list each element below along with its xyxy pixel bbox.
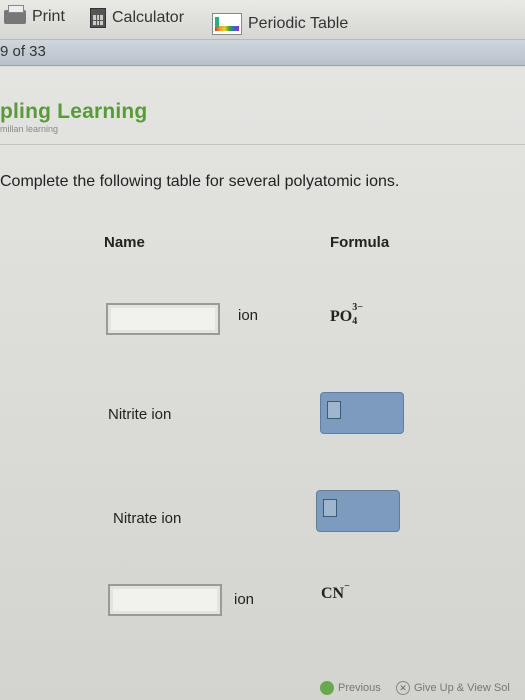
divider: [0, 144, 525, 145]
ion-suffix-label: ion: [238, 307, 259, 324]
printer-icon: [4, 5, 26, 24]
periodic-table-label: Periodic Table: [248, 15, 349, 32]
previous-label: Previous: [338, 682, 381, 694]
name-answer-input-cyanide[interactable]: [108, 584, 222, 616]
calculator-label: Calculator: [112, 9, 185, 26]
close-icon: ✕: [396, 681, 410, 695]
formula-answer-box-nitrate[interactable]: [316, 490, 400, 532]
question-panel: [0, 67, 525, 700]
periodic-table-button[interactable]: Periodic Table: [212, 13, 348, 35]
give-up-button[interactable]: ✕ Give Up & View Sol: [396, 681, 510, 695]
phosphate-formula: PO 3− 4: [330, 302, 363, 327]
formula-slot[interactable]: [323, 499, 337, 517]
column-header-name: Name: [104, 234, 145, 251]
page-counter-bar: 9 of 33: [0, 40, 525, 66]
top-toolbar: Print Calculator Periodic Table: [0, 0, 525, 40]
formula-slot[interactable]: [327, 401, 341, 419]
previous-button[interactable]: Previous: [320, 681, 381, 695]
calculator-button[interactable]: Calculator: [90, 8, 184, 28]
ion-suffix-label: ion: [234, 591, 255, 608]
bottom-nav: Previous ✕ Give Up & View Sol: [0, 680, 525, 700]
print-button[interactable]: Print: [4, 5, 65, 26]
question-instruction: Complete the following table for several…: [0, 173, 400, 190]
cyanide-formula: CN−: [321, 581, 350, 602]
column-header-formula: Formula: [330, 234, 390, 251]
calculator-icon: [90, 8, 106, 28]
nitrate-ion-label: Nitrate ion: [113, 510, 182, 527]
brand-logo: pling Learning: [0, 100, 148, 123]
periodic-table-icon: [212, 13, 242, 35]
name-answer-input-phosphate[interactable]: [106, 303, 220, 335]
print-label: Print: [32, 8, 65, 25]
give-up-label: Give Up & View Sol: [414, 682, 510, 694]
nitrite-ion-label: Nitrite ion: [108, 406, 172, 423]
previous-icon: [320, 681, 334, 695]
brand-subtitle: millan learning: [0, 124, 59, 134]
formula-answer-box-nitrite[interactable]: [320, 392, 404, 434]
page-counter: 9 of 33: [0, 43, 46, 60]
